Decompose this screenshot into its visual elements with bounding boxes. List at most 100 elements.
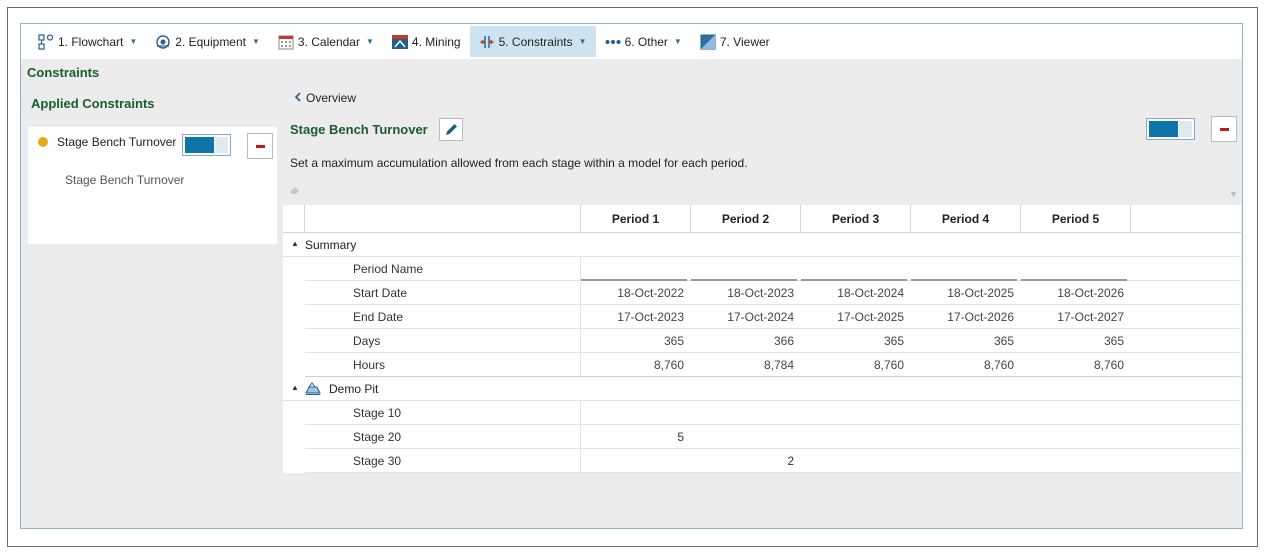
more-dots-icon bbox=[605, 34, 621, 50]
chevron-down-icon: ▼ bbox=[129, 37, 138, 46]
empty-header-cell bbox=[1130, 205, 1240, 233]
pit-group-row[interactable]: ▲ Demo Pit bbox=[283, 377, 1241, 401]
group-label: Demo Pit bbox=[329, 382, 379, 396]
tab-constraints-label: 5. Constraints bbox=[498, 34, 573, 49]
constraint-subtitle: Stage Bench Turnover bbox=[65, 173, 185, 187]
mining-icon bbox=[391, 34, 408, 50]
row-label: Hours bbox=[353, 358, 386, 372]
tab-viewer-label: 7. Viewer bbox=[719, 34, 770, 49]
back-to-overview-link[interactable]: Overview bbox=[294, 91, 356, 105]
tab-calendar-label: 3. Calendar bbox=[297, 34, 360, 49]
table-cell[interactable]: 5 bbox=[580, 425, 690, 449]
table-row: Hours 8,760 8,784 8,760 8,760 8,760 bbox=[283, 353, 1241, 377]
row-label: Stage 20 bbox=[353, 430, 402, 444]
table-cell: 365 bbox=[993, 334, 1014, 348]
row-label: End Date bbox=[353, 310, 404, 324]
remove-detail-button[interactable] bbox=[1211, 116, 1237, 142]
pencil-icon bbox=[444, 122, 459, 140]
row-label: Stage 10 bbox=[353, 406, 402, 420]
pit-icon bbox=[305, 381, 321, 400]
equipment-icon bbox=[155, 34, 171, 50]
status-dot-icon bbox=[38, 137, 48, 147]
tab-flowchart[interactable]: 1. Flowchart ▼ bbox=[29, 26, 146, 57]
constraint-grid: Period 1 Period 2 Period 3 Period 4 Peri… bbox=[283, 205, 1241, 473]
tab-constraints[interactable]: 5. Constraints ▼ bbox=[469, 26, 596, 57]
table-cell: 365 bbox=[1103, 334, 1124, 348]
table-cell: 17-Oct-2023 bbox=[617, 310, 684, 324]
table-cell: 366 bbox=[773, 334, 794, 348]
table-cell: 17-Oct-2026 bbox=[947, 310, 1014, 324]
table-cell: 8,760 bbox=[653, 358, 684, 372]
table-row: Days 365 366 365 365 365 bbox=[283, 329, 1241, 353]
table-cell: 8,760 bbox=[983, 358, 1014, 372]
group-label: Summary bbox=[305, 238, 357, 252]
table-cell: 17-Oct-2027 bbox=[1057, 310, 1124, 324]
chevron-down-icon: ▼ bbox=[673, 37, 682, 46]
tab-other[interactable]: 6. Other ▼ bbox=[596, 26, 691, 57]
collapse-triangle-icon[interactable]: ▲ bbox=[291, 383, 299, 392]
column-header[interactable]: Period 2 bbox=[690, 205, 800, 233]
flowchart-icon bbox=[38, 33, 54, 50]
column-header[interactable]: Period 4 bbox=[910, 205, 1020, 233]
table-cell: 18-Oct-2022 bbox=[617, 286, 684, 300]
table-cell: 18-Oct-2026 bbox=[1057, 286, 1124, 300]
remove-constraint-button[interactable] bbox=[247, 133, 273, 159]
row-label: Stage 30 bbox=[353, 454, 402, 468]
constraint-item[interactable]: Stage Bench Turnover bbox=[38, 135, 176, 149]
tab-other-label: 6. Other bbox=[624, 34, 668, 49]
table-cell: 18-Oct-2023 bbox=[727, 286, 794, 300]
viewer-icon bbox=[700, 34, 716, 50]
row-header-cell bbox=[304, 205, 580, 233]
table-row: Stage 30 2 bbox=[283, 449, 1241, 473]
table-cell: 17-Oct-2024 bbox=[727, 310, 794, 324]
applied-constraints-title: Applied Constraints bbox=[31, 96, 155, 111]
app-window: 1. Flowchart ▼ 2. Equipment ▼ 3. Calenda… bbox=[20, 23, 1243, 529]
column-header[interactable]: Period 1 bbox=[580, 205, 690, 233]
table-row: Stage 20 5 bbox=[283, 425, 1241, 449]
table-row: Start Date 18-Oct-2022 18-Oct-2023 18-Oc… bbox=[283, 281, 1241, 305]
detail-title: Stage Bench Turnover bbox=[290, 122, 428, 137]
table-cell: 365 bbox=[883, 334, 904, 348]
table-cell: 17-Oct-2025 bbox=[837, 310, 904, 324]
constraint-name: Stage Bench Turnover bbox=[57, 135, 177, 149]
row-label: Days bbox=[353, 334, 381, 348]
chevron-down-icon: ▼ bbox=[252, 37, 260, 46]
tab-mining[interactable]: 4. Mining bbox=[383, 26, 470, 57]
table-cell[interactable]: 2 bbox=[690, 449, 800, 473]
tab-equipment[interactable]: 2. Equipment ▼ bbox=[146, 26, 269, 57]
table-row: End Date 17-Oct-2023 17-Oct-2024 17-Oct-… bbox=[283, 305, 1241, 329]
table-row: Period Name bbox=[283, 257, 1241, 281]
column-header[interactable]: Period 5 bbox=[1020, 205, 1130, 233]
detail-description: Set a maximum accumulation allowed from … bbox=[290, 156, 748, 170]
summary-group-row[interactable]: ▲ Summary bbox=[283, 233, 1241, 257]
collapse-triangle-icon[interactable]: ▲ bbox=[291, 239, 299, 248]
table-cell: 18-Oct-2025 bbox=[947, 286, 1014, 300]
table-cell: 8,784 bbox=[763, 358, 794, 372]
tab-flowchart-label: 1. Flowchart bbox=[58, 34, 124, 49]
tab-viewer[interactable]: 7. Viewer bbox=[691, 26, 779, 57]
chevron-down-icon: ▼ bbox=[578, 37, 587, 46]
edit-title-button[interactable] bbox=[439, 118, 463, 141]
tab-calendar[interactable]: 3. Calendar ▼ bbox=[269, 26, 383, 57]
filter-icon[interactable]: ▼ bbox=[1229, 189, 1238, 199]
grid-header: Period 1 Period 2 Period 3 Period 4 Peri… bbox=[283, 205, 1241, 233]
table-cell: 18-Oct-2024 bbox=[837, 286, 904, 300]
chevron-left-icon bbox=[294, 91, 302, 105]
section-title: Constraints bbox=[27, 65, 100, 80]
eraser-icon[interactable] bbox=[289, 184, 301, 199]
table-cell: 8,760 bbox=[873, 358, 904, 372]
table-cell: 365 bbox=[663, 334, 684, 348]
main-toolbar: 1. Flowchart ▼ 2. Equipment ▼ 3. Calenda… bbox=[21, 24, 1242, 59]
row-label: Period Name bbox=[353, 262, 424, 276]
applied-constraints-list: Stage Bench Turnover Stage Bench Turnove… bbox=[28, 127, 277, 244]
chevron-down-icon: ▼ bbox=[365, 37, 374, 46]
constraints-icon bbox=[479, 34, 495, 50]
detail-enabled-toggle[interactable] bbox=[1146, 118, 1195, 140]
constraint-enabled-toggle[interactable] bbox=[182, 134, 231, 156]
calendar-icon bbox=[278, 34, 294, 50]
table-cell: 8,760 bbox=[1093, 358, 1124, 372]
tab-mining-label: 4. Mining bbox=[411, 34, 461, 49]
back-link-label: Overview bbox=[306, 91, 357, 105]
column-header[interactable]: Period 3 bbox=[800, 205, 910, 233]
row-label: Start Date bbox=[353, 286, 408, 300]
